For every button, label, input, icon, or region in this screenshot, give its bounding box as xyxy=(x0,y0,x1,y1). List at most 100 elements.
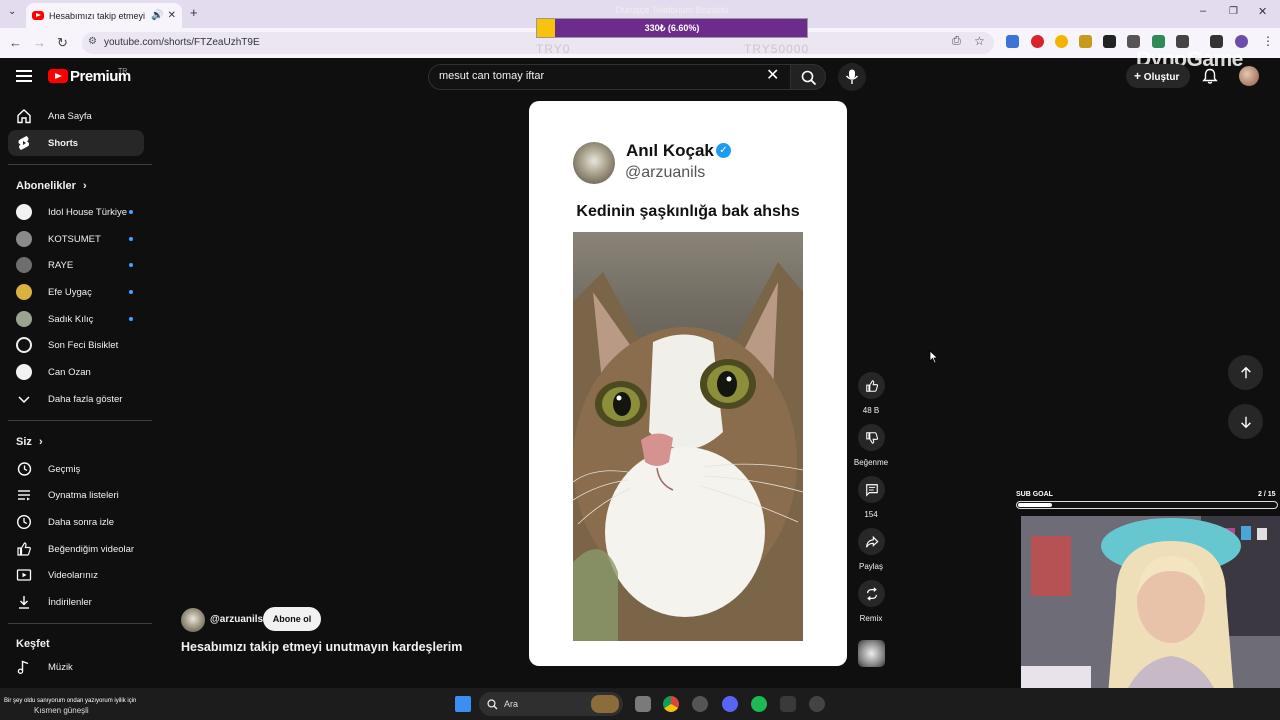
sound-thumbnail[interactable] xyxy=(858,640,885,667)
sidebar-item-history[interactable]: Geçmiş xyxy=(8,456,144,482)
search-input[interactable] xyxy=(439,70,739,82)
extension-icon[interactable] xyxy=(1031,35,1044,48)
reload-icon[interactable]: ↻ xyxy=(57,36,68,49)
chevron-right-icon: › xyxy=(82,180,87,192)
bookmark-star-icon[interactable]: ☆ xyxy=(974,34,985,48)
puzzle-extensions-icon[interactable] xyxy=(1176,35,1189,48)
like-button[interactable] xyxy=(858,372,885,399)
arrow-up-icon xyxy=(1240,366,1251,378)
taskbar-search-placeholder: Ara xyxy=(504,699,519,709)
clock-icon xyxy=(16,514,32,530)
browser-tab[interactable]: Hesabımızı takip etmeyi unutmayın 🔊 ✕ xyxy=(26,3,182,28)
tweet-avatar xyxy=(573,142,615,184)
channel-name[interactable]: @arzuanils xyxy=(210,614,263,625)
sidebar-item-label: Daha sonra izle xyxy=(48,517,115,528)
sidebar-item-label: Efe Uygaç xyxy=(48,287,92,298)
shorts-player[interactable]: Anıl Koçak ✓ @arzuanils Kedinin şaşkınlı… xyxy=(529,101,847,666)
search-icon xyxy=(801,70,817,86)
extension-icon[interactable] xyxy=(1055,35,1068,48)
sidebar-item-subscription[interactable]: Can Ozan xyxy=(8,359,144,385)
weather-widget[interactable]: Kısmen güneşli xyxy=(34,706,89,715)
spotify-icon[interactable] xyxy=(751,696,767,712)
search-box[interactable] xyxy=(428,64,790,90)
hamburger-menu-icon[interactable] xyxy=(16,70,32,82)
voice-search-button[interactable] xyxy=(838,63,866,91)
you-heading[interactable]: Siz › xyxy=(16,436,43,448)
tab-title: Hesabımızı takip etmeyi unutmayın xyxy=(49,10,147,21)
minimize-icon[interactable]: – xyxy=(1200,5,1206,17)
sidebar-item-subscription[interactable]: Idol House Türkiye xyxy=(8,199,144,225)
sidebar-item-label: Videolarınız xyxy=(48,570,98,581)
stream-chat-line: Bir şey oldu sanıyorum ondan yazıyorum i… xyxy=(4,698,137,704)
subscribe-button[interactable]: Abone ol xyxy=(263,607,321,631)
discord-icon[interactable] xyxy=(722,696,738,712)
show-more-button[interactable]: Daha fazla göster xyxy=(8,386,144,412)
sidebar-item-subscription[interactable]: Efe Uygaç xyxy=(8,279,144,305)
sidebar-item-home[interactable]: Ana Sayfa xyxy=(8,103,144,129)
music-icon xyxy=(17,660,29,674)
profile-avatar-icon[interactable] xyxy=(1235,35,1248,48)
extension-icon[interactable] xyxy=(1152,35,1165,48)
sub-goal-fill xyxy=(1018,503,1052,507)
extension-icon[interactable] xyxy=(1103,35,1116,48)
sidebar-item-music[interactable]: Müzik xyxy=(8,654,144,680)
sidebar-item-shorts[interactable]: Shorts xyxy=(8,130,144,156)
new-tab-icon[interactable]: + xyxy=(190,5,198,20)
download-icon xyxy=(19,596,29,609)
restore-icon[interactable]: ❐ xyxy=(1229,6,1238,17)
media-control-icon[interactable] xyxy=(1210,35,1223,48)
comments-button[interactable] xyxy=(858,476,885,503)
comment-icon xyxy=(865,483,878,497)
youtube-logo-icon[interactable] xyxy=(48,69,68,83)
window-close-icon[interactable]: ✕ xyxy=(1258,5,1267,18)
previous-short-button[interactable] xyxy=(1228,355,1263,390)
account-avatar[interactable] xyxy=(1239,66,1259,86)
chrome-icon[interactable] xyxy=(663,696,679,712)
verified-badge-icon: ✓ xyxy=(716,143,731,158)
playlists-icon xyxy=(18,490,30,501)
tweet-author-name: Anıl Koçak xyxy=(626,141,714,160)
sidebar-item-playlists[interactable]: Oynatma listeleri xyxy=(8,482,144,508)
dislike-button[interactable] xyxy=(858,424,885,451)
app-icon[interactable] xyxy=(692,696,708,712)
next-short-button[interactable] xyxy=(1228,404,1263,439)
sidebar-item-subscription[interactable]: RAYE xyxy=(8,252,144,278)
terminal-icon[interactable] xyxy=(780,696,796,712)
translate-extension-icon[interactable] xyxy=(1006,35,1019,48)
new-content-dot xyxy=(129,290,133,294)
windows-start-icon[interactable] xyxy=(455,696,471,712)
share-button[interactable] xyxy=(858,528,885,555)
extension-icon[interactable] xyxy=(1127,35,1140,48)
clear-search-icon[interactable]: ✕ xyxy=(766,68,779,84)
back-icon[interactable]: ← xyxy=(9,36,22,49)
extension-icon[interactable] xyxy=(1079,35,1092,48)
tab-search-icon[interactable]: ⌄ xyxy=(8,6,16,17)
sidebar-item-label: Sadık Kılıç xyxy=(48,314,94,325)
install-app-icon[interactable]: ⎙ xyxy=(952,35,961,48)
search-button[interactable] xyxy=(790,64,826,90)
sidebar-item-subscription[interactable]: Son Feci Bisiklet xyxy=(8,332,144,358)
task-view-icon[interactable] xyxy=(635,696,651,712)
forward-icon[interactable]: → xyxy=(33,36,46,49)
sidebar-item-watch-later[interactable]: Daha sonra izle xyxy=(8,509,144,535)
obs-icon[interactable] xyxy=(809,696,825,712)
site-info-icon[interactable]: ⚙ xyxy=(88,36,97,47)
tab-close-icon[interactable]: ✕ xyxy=(168,10,176,21)
sidebar-item-subscription[interactable]: Sadık Kılıç xyxy=(8,306,144,332)
taskbar-search[interactable] xyxy=(479,692,623,716)
subscriptions-heading[interactable]: Abonelikler › xyxy=(16,180,87,192)
sidebar-item-liked-videos[interactable]: Beğendiğim videolar xyxy=(8,536,144,562)
remix-button[interactable] xyxy=(858,580,885,607)
browser-menu-icon[interactable]: ⋮ xyxy=(1262,34,1274,48)
sidebar-item-your-videos[interactable]: Videolarınız xyxy=(8,562,144,588)
notifications-bell-icon[interactable] xyxy=(1202,68,1218,85)
new-content-dot xyxy=(129,263,133,267)
speaker-icon[interactable]: 🔊 xyxy=(151,10,163,21)
sidebar-item-downloads[interactable]: İndirilenler xyxy=(8,589,144,615)
channel-avatar[interactable] xyxy=(181,608,205,632)
search-icon xyxy=(487,698,498,709)
create-button[interactable]: + Oluştur xyxy=(1126,64,1190,88)
comment-count: 154 xyxy=(864,510,878,519)
country-code: TR xyxy=(118,68,128,75)
sidebar-item-subscription[interactable]: KOTSUMET xyxy=(8,226,144,252)
